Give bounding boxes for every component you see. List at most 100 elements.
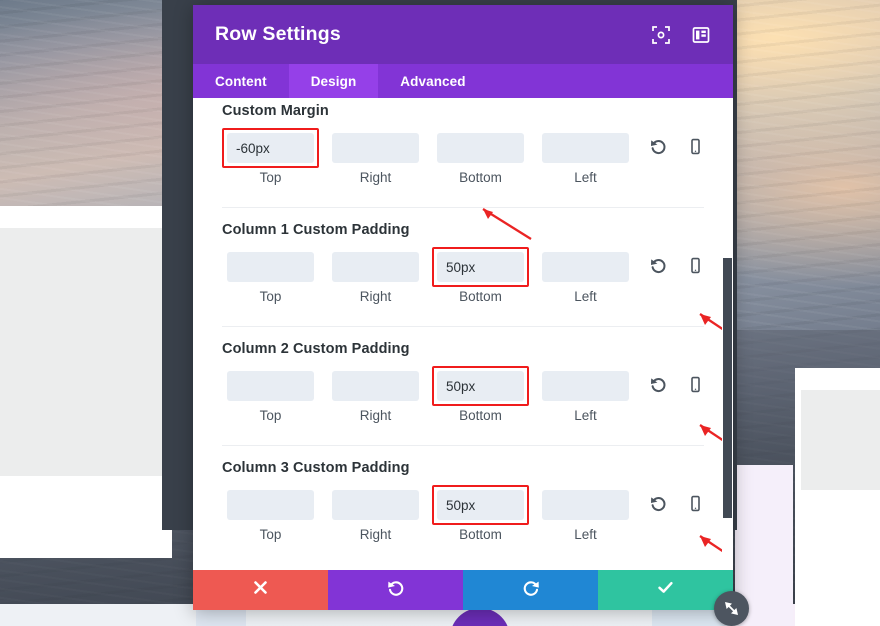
spacing-input-wrap	[222, 366, 319, 406]
spacing-label-left: Left	[574, 289, 597, 304]
save-button[interactable]	[598, 570, 733, 610]
modal-header: Row Settings	[193, 5, 733, 64]
split-view-icon[interactable]	[691, 25, 711, 45]
spacing-field-top[interactable]	[227, 490, 314, 520]
tab-advanced[interactable]: Advanced	[378, 64, 487, 98]
spacing-field-bottom[interactable]	[437, 371, 524, 401]
spacing-input-wrap	[432, 485, 529, 525]
focus-target-icon[interactable]	[651, 25, 671, 45]
redo-button[interactable]	[463, 570, 598, 610]
page-text-line: eiusmod tempor	[0, 291, 172, 316]
spacing-input-wrap	[432, 247, 529, 287]
settings-scrollbar-thumb[interactable]	[723, 258, 732, 518]
spacing-input-wrap	[432, 128, 529, 168]
page-text-line: ris nisi ut aliquip ex ea	[0, 367, 172, 392]
spacing-label-right: Right	[359, 170, 392, 185]
spacing-field-left[interactable]	[542, 371, 629, 401]
spacing-label-left: Left	[574, 170, 597, 185]
page-text-line: roident, sunt in culpa	[0, 468, 172, 493]
page-card-left-text: amet, consectetureiusmod temporlore magn…	[0, 266, 172, 519]
page-card-left: amet, consectetureiusmod temporlore magn…	[0, 206, 172, 558]
modal-body: Top Right Bottom Left Custom Margin Top Right B…	[193, 98, 733, 570]
setting-group: Custom Margin Top Right Bottom Left	[222, 98, 704, 185]
tab-design[interactable]: Design	[288, 64, 379, 98]
spacing-input-bottom: Bottom	[432, 485, 529, 542]
spacing-field-left[interactable]	[542, 252, 629, 282]
spacing-field-bottom[interactable]	[437, 252, 524, 282]
spacing-field-right[interactable]	[332, 252, 419, 282]
mobile-device-icon[interactable]	[687, 376, 704, 393]
close-icon	[253, 580, 268, 600]
page-text-line: ad	[795, 453, 880, 478]
page-title: Row Settings	[215, 23, 341, 45]
page-card-right-text: Loradincidideexercitcommrepredolore	[795, 428, 880, 626]
spacing-input-bottom: Bottom	[432, 128, 529, 185]
reset-icon[interactable]	[650, 495, 667, 512]
spacing-field-left[interactable]	[542, 490, 629, 520]
page-text-line: ate velit esse cillum	[0, 418, 172, 443]
spacing-label-bottom: Bottom	[459, 527, 502, 542]
spacing-field-top[interactable]	[227, 252, 314, 282]
reset-icon[interactable]	[650, 138, 667, 155]
spacing-field-bottom[interactable]	[437, 133, 524, 163]
header-icon-group	[651, 25, 711, 45]
spacing-input-left: Left	[537, 485, 634, 542]
spacing-input-wrap	[537, 366, 634, 406]
reset-icon[interactable]	[650, 257, 667, 274]
spacing-input-wrap	[432, 366, 529, 406]
setting-group: Column 1 Custom Padding Top Right Bottom Lef…	[222, 207, 704, 304]
spacing-input-wrap	[327, 128, 424, 168]
spacing-field-top[interactable]	[227, 133, 314, 163]
row-tools	[650, 485, 704, 512]
setting-group-label: Column 3 Custom Padding	[222, 460, 410, 476]
mobile-device-icon[interactable]	[687, 257, 704, 274]
spacing-field-bottom[interactable]	[437, 490, 524, 520]
undo-icon	[387, 579, 405, 602]
page-text-line: t anim id est laborum.	[0, 494, 172, 519]
spacing-label-left: Left	[574, 408, 597, 423]
spacing-input-wrap	[537, 485, 634, 525]
setting-group: Column 3 Custom Padding Top Right Bottom Lef…	[222, 445, 704, 542]
spacing-input-right: Right	[327, 366, 424, 423]
spacing-input-right: Right	[327, 247, 424, 304]
spacing-field-right[interactable]	[332, 133, 419, 163]
spacing-input-wrap	[222, 247, 319, 287]
spacing-input-bottom: Bottom	[432, 247, 529, 304]
spacing-label-top: Top	[259, 527, 282, 542]
cancel-button[interactable]	[193, 570, 328, 610]
spacing-input-left: Left	[537, 247, 634, 304]
redo-icon	[522, 579, 540, 602]
spacing-inputs-row: Top Right Bottom Left	[222, 485, 704, 542]
modal-tabs: Content Design Advanced	[193, 64, 733, 98]
settings-scrollbar-track[interactable]	[722, 98, 733, 570]
tab-content[interactable]: Content	[193, 64, 289, 98]
row-settings-modal: Row Settings ContentDesignAdvanced Top Ri…	[193, 5, 733, 610]
spacing-field-left[interactable]	[542, 133, 629, 163]
spacing-label-right: Right	[359, 289, 392, 304]
settings-scroll-content: Top Right Bottom Left Custom Margin Top Right B…	[193, 98, 733, 542]
check-icon	[657, 579, 674, 601]
spacing-label-bottom: Bottom	[459, 170, 502, 185]
bottom-strip-segment-a	[0, 604, 196, 626]
page-text-line: repre	[795, 580, 880, 605]
spacing-label-top: Top	[259, 170, 282, 185]
reset-icon[interactable]	[650, 376, 667, 393]
spacing-field-right[interactable]	[332, 371, 419, 401]
spacing-input-right: Right	[327, 485, 424, 542]
spacing-inputs-row: Top Right Bottom Left	[222, 128, 704, 185]
page-text-line: uis aute irure dolor in	[0, 392, 172, 417]
page-text-line: amet, consectetur	[0, 266, 172, 291]
page-text-line: lore magna aliqua. Ut	[0, 317, 172, 342]
page-text-line: exercit	[795, 529, 880, 554]
spacing-input-top: Top	[222, 247, 319, 304]
page-text-line: e	[795, 504, 880, 529]
spacing-input-bottom: Bottom	[432, 366, 529, 423]
mobile-device-icon[interactable]	[687, 495, 704, 512]
spacing-label-left: Left	[574, 527, 597, 542]
resize-handle[interactable]	[714, 591, 749, 626]
undo-button[interactable]	[328, 570, 463, 610]
spacing-field-top[interactable]	[227, 371, 314, 401]
mobile-device-icon[interactable]	[687, 138, 704, 155]
spacing-field-right[interactable]	[332, 490, 419, 520]
spacing-input-wrap	[222, 485, 319, 525]
